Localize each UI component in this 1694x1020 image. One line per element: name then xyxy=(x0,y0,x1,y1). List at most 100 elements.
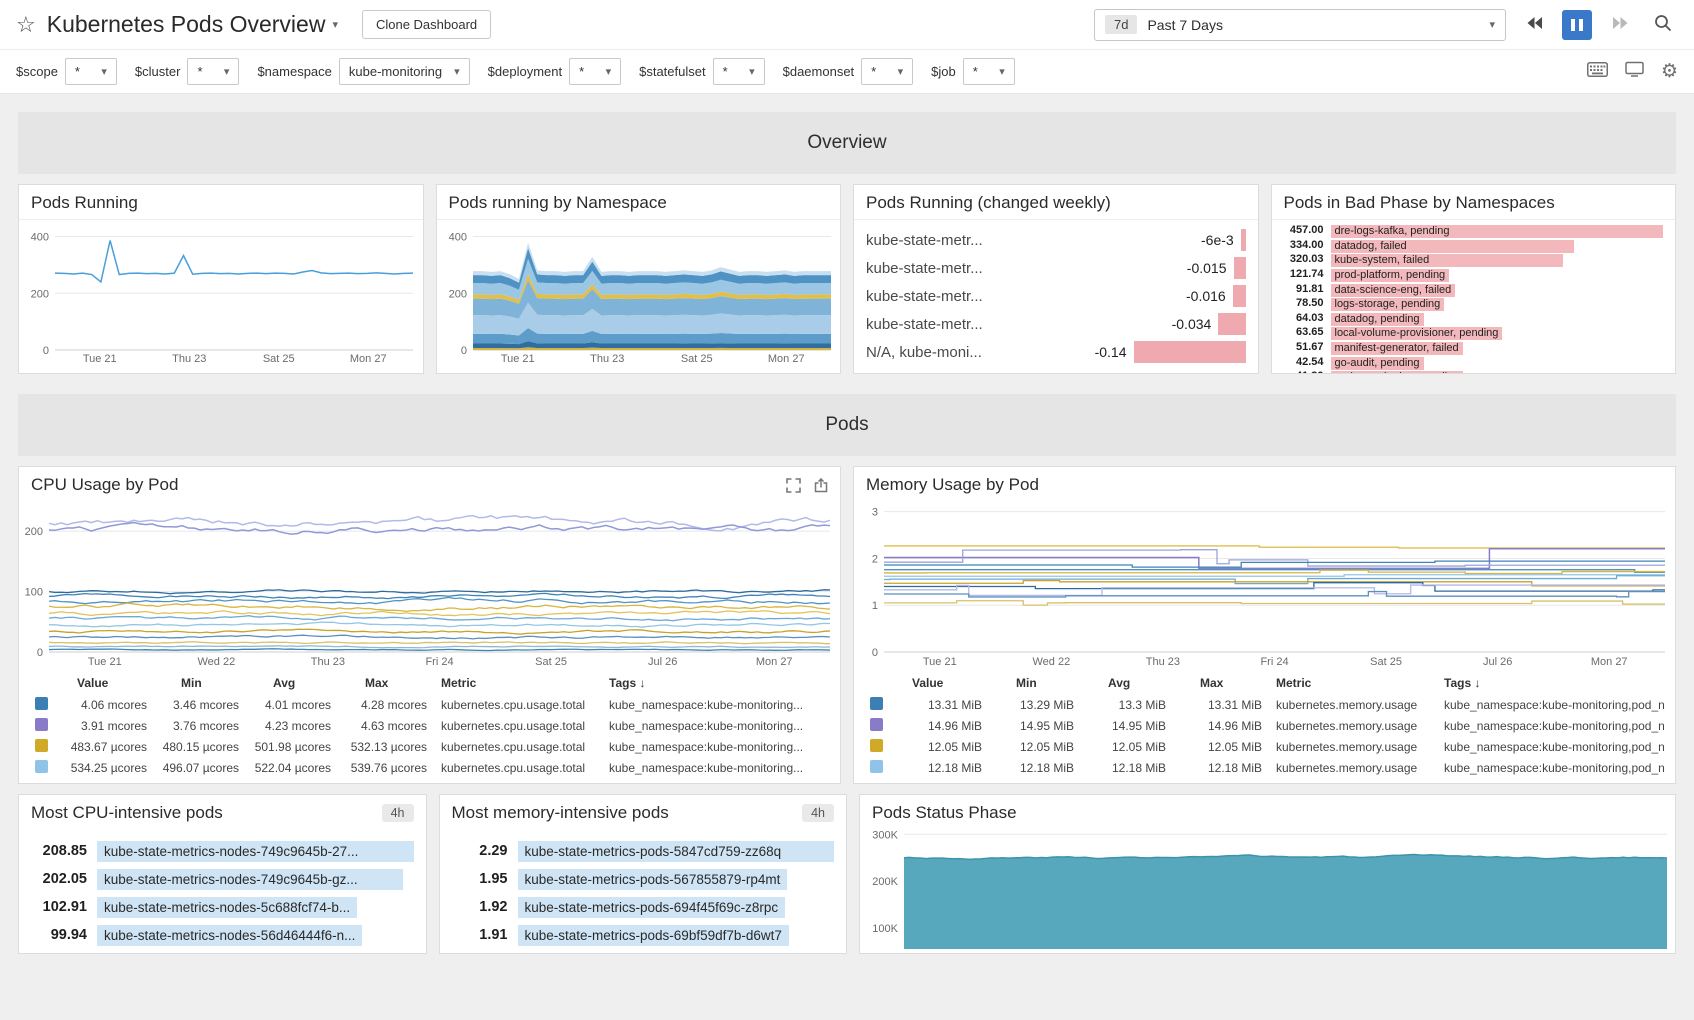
changed-weekly-list: kube-state-metr...-6e-3kube-state-metr..… xyxy=(854,220,1258,366)
panel-title: Pods in Bad Phase by Namespaces xyxy=(1284,193,1555,213)
favorite-star-icon[interactable]: ☆ xyxy=(16,14,36,36)
list-item[interactable]: 1.95kube-state-metrics-pods-567855879-rp… xyxy=(452,865,835,893)
svg-text:0: 0 xyxy=(37,647,43,659)
filter-value-select[interactable]: *▾ xyxy=(569,58,621,85)
filter-value-select[interactable]: kube-monitoring▾ xyxy=(339,58,470,85)
legend-row[interactable]: 12.05 MiB12.05 MiB12.05 MiB12.05 MiBkube… xyxy=(864,736,1665,757)
list-item[interactable]: 2.29kube-state-metrics-pods-5847cd759-zz… xyxy=(452,837,835,865)
gear-icon[interactable]: ⚙ xyxy=(1661,62,1678,81)
legend-header[interactable]: ValueMinAvgMaxMetricTags ↓ xyxy=(864,671,1665,694)
svg-text:Mon 27: Mon 27 xyxy=(756,656,793,668)
svg-text:0: 0 xyxy=(872,647,878,659)
legend-header[interactable]: ValueMinAvgMaxMetricTags ↓ xyxy=(29,671,830,694)
svg-text:400: 400 xyxy=(31,232,49,244)
pods-by-namespace-chart: 0200400Tue 21Thu 23Sat 25Mon 27 xyxy=(437,220,841,366)
legend-row[interactable]: 534.25 µcores496.07 µcores522.04 µcores5… xyxy=(29,757,830,778)
list-item[interactable]: 202.05kube-state-metrics-nodes-749c9645b… xyxy=(31,865,414,893)
chevron-down-icon: ▾ xyxy=(454,65,460,78)
svg-text:200K: 200K xyxy=(872,876,898,888)
legend-row[interactable]: 4.06 mcores3.46 mcores4.01 mcores4.28 mc… xyxy=(29,694,830,715)
filter-value-select[interactable]: *▾ xyxy=(861,58,913,85)
list-item[interactable]: 1.92kube-state-metrics-pods-694f45f69c-z… xyxy=(452,893,835,921)
memory-usage-chart: 0123Tue 21Wed 22Thu 23Fri 24Sat 25Jul 26… xyxy=(854,501,1675,669)
list-item[interactable]: 99.94kube-state-metrics-nodes-56d46444f6… xyxy=(31,921,414,949)
panel-cpu-usage: CPU Usage by Pod 0100200Tue 21Wed 22Thu … xyxy=(18,466,841,784)
series-swatch xyxy=(35,697,48,710)
expand-icon[interactable] xyxy=(786,478,801,493)
time-range-label: Past 7 Days xyxy=(1147,17,1479,33)
value-bar: kube-state-metrics-nodes-749c9645b-27... xyxy=(97,841,414,862)
changed-weekly-row[interactable]: N/A, kube-moni...-0.14 xyxy=(866,338,1246,366)
time-range-picker[interactable]: 7d Past 7 Days ▾ xyxy=(1094,9,1506,41)
chevron-down-icon[interactable]: ▾ xyxy=(332,18,338,31)
value-bar: kube-state-metrics-nodes-749c9645b-gz... xyxy=(97,869,403,890)
svg-text:Fri 24: Fri 24 xyxy=(1260,656,1288,668)
panel-pods-by-namespace: Pods running by Namespace 0200400Tue 21T… xyxy=(436,184,842,374)
list-item[interactable]: 102.91kube-state-metrics-nodes-5c688fcf7… xyxy=(31,893,414,921)
svg-text:Fri 24: Fri 24 xyxy=(425,656,453,668)
filter-token-job: $job*▾ xyxy=(931,58,1015,85)
chevron-down-icon: ▾ xyxy=(898,65,904,78)
changed-weekly-row[interactable]: kube-state-metr...-6e-3 xyxy=(866,226,1246,254)
top-bar: ☆ Kubernetes Pods Overview ▾ Clone Dashb… xyxy=(0,0,1694,50)
negative-change-bar xyxy=(1218,313,1245,335)
keyboard-icon[interactable] xyxy=(1587,62,1608,82)
filter-var-label: $statefulset xyxy=(639,64,706,79)
filter-token-scope: $scope*▾ xyxy=(16,58,117,85)
value-bar: kube-state-metrics-pods-694f45f69c-z8rpc xyxy=(518,897,786,918)
panel-title: Pods running by Namespace xyxy=(449,193,667,213)
time-back-button[interactable] xyxy=(1519,10,1549,40)
changed-weekly-row[interactable]: kube-state-metr...-0.034 xyxy=(866,310,1246,338)
export-icon[interactable] xyxy=(814,478,828,493)
filter-value-select[interactable]: *▾ xyxy=(713,58,765,85)
svg-text:Thu 23: Thu 23 xyxy=(311,656,345,668)
list-item[interactable]: 97.29kube-state-metrics-nodes-6f8d54fd9-… xyxy=(31,949,414,954)
svg-text:Tue 21: Tue 21 xyxy=(923,656,957,668)
legend-row[interactable]: 3.91 mcores3.76 mcores4.23 mcores4.63 mc… xyxy=(29,715,830,736)
negative-change-bar xyxy=(1234,257,1246,279)
svg-text:0: 0 xyxy=(460,345,466,357)
top-cpu-list: 208.85kube-state-metrics-nodes-749c9645b… xyxy=(19,829,426,954)
legend-row[interactable]: 14.96 MiB14.95 MiB14.95 MiB14.96 MiBkube… xyxy=(864,715,1665,736)
filter-token-statefulset: $statefulset *▾ xyxy=(639,58,765,85)
pause-button[interactable] xyxy=(1562,10,1592,40)
legend-row[interactable]: 13.31 MiB13.29 MiB13.3 MiB13.31 MiBkuber… xyxy=(864,694,1665,715)
panel-pods-running: Pods Running 0200400Tue 21Thu 23Sat 25Mo… xyxy=(18,184,424,374)
legend-row[interactable]: 12.18 MiB12.18 MiB12.18 MiB12.18 MiBkube… xyxy=(864,757,1665,778)
panel-top-memory: Most memory-intensive pods 4h 2.29kube-s… xyxy=(439,794,848,954)
value-bar: node-monitoring, pending xyxy=(1331,371,1464,374)
filter-value-select[interactable]: *▾ xyxy=(187,58,239,85)
svg-text:200: 200 xyxy=(448,288,466,300)
negative-change-bar xyxy=(1241,229,1246,251)
svg-text:200: 200 xyxy=(25,526,43,538)
list-item[interactable]: 41.30node-monitoring, pending xyxy=(1278,369,1664,374)
list-item[interactable]: 208.85kube-state-metrics-nodes-749c9645b… xyxy=(31,837,414,865)
filter-value-select[interactable]: *▾ xyxy=(65,58,117,85)
time-forward-button[interactable] xyxy=(1605,10,1635,40)
time-range-badge: 7d xyxy=(1105,15,1137,34)
svg-text:Sat 25: Sat 25 xyxy=(680,353,712,365)
panel-status-phase: Pods Status Phase 300K200K100K xyxy=(859,794,1676,954)
top-memory-list: 2.29kube-state-metrics-pods-5847cd759-zz… xyxy=(440,829,847,954)
bottom-row: Most CPU-intensive pods 4h 208.85kube-st… xyxy=(18,794,1676,954)
filter-token-deployment: $deployment*▾ xyxy=(488,58,621,85)
svg-text:300K: 300K xyxy=(872,829,898,841)
pods-running-chart: 0200400Tue 21Thu 23Sat 25Mon 27 xyxy=(19,220,423,366)
changed-weekly-row[interactable]: kube-state-metr...-0.016 xyxy=(866,282,1246,310)
legend-row[interactable]: 483.67 µcores480.15 µcores501.98 µcores5… xyxy=(29,736,830,757)
filter-var-label: $namespace xyxy=(257,64,331,79)
monitor-icon[interactable] xyxy=(1625,61,1644,82)
rewind-icon xyxy=(1526,16,1543,33)
list-item[interactable]: 1.91kube-state-metrics-pods-69bf59df7b-d… xyxy=(452,921,835,949)
panel-title: Memory Usage by Pod xyxy=(866,475,1039,495)
changed-weekly-row[interactable]: kube-state-metr...-0.015 xyxy=(866,254,1246,282)
clone-dashboard-button[interactable]: Clone Dashboard xyxy=(362,10,491,39)
list-item[interactable]: 1.90kube-state-metrics-pods-5f4b96c697-x… xyxy=(452,949,835,954)
panel-title: Pods Running xyxy=(31,193,138,213)
filter-tokens: $scope*▾$cluster*▾$namespacekube-monitor… xyxy=(16,58,1015,85)
svg-text:Thu 23: Thu 23 xyxy=(172,353,206,365)
chevron-down-icon: ▾ xyxy=(224,65,230,78)
filter-value-select[interactable]: *▾ xyxy=(963,58,1015,85)
search-button[interactable] xyxy=(1648,10,1678,40)
panel-title: Pods Status Phase xyxy=(872,803,1017,823)
